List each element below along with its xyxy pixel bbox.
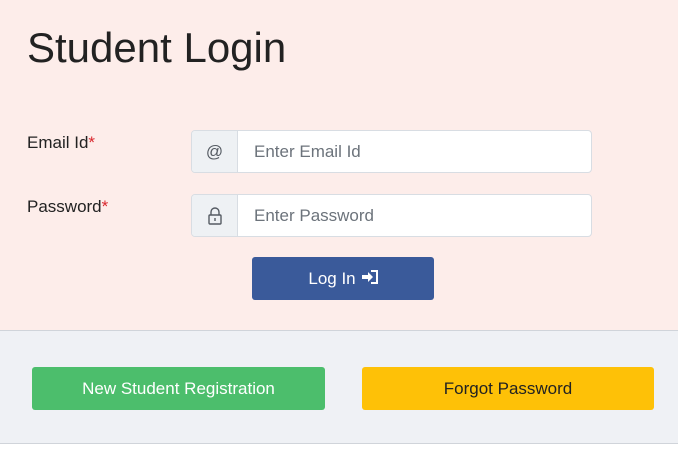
email-input-group: @ <box>191 130 592 173</box>
password-input[interactable] <box>238 195 591 236</box>
lock-icon-svg <box>207 206 222 225</box>
login-panel: Student Login Email Id* @ Password* Log … <box>0 0 678 330</box>
footer-actions: New Student Registration Forgot Password <box>0 330 678 444</box>
required-mark: * <box>101 197 109 216</box>
email-input[interactable] <box>238 131 591 172</box>
at-sign-icon: @ <box>192 131 238 172</box>
sign-in-icon-svg <box>361 269 378 284</box>
password-input-group <box>191 194 592 237</box>
login-button[interactable]: Log In <box>252 257 434 300</box>
login-button-label: Log In <box>308 268 356 288</box>
sign-in-icon <box>361 269 378 289</box>
required-mark: * <box>88 133 96 152</box>
forgot-password-button[interactable]: Forgot Password <box>362 367 654 410</box>
email-label-text: Email Id <box>27 133 89 152</box>
page-title: Student Login <box>27 24 287 71</box>
password-label-text: Password <box>27 197 102 216</box>
lock-icon <box>192 195 238 236</box>
email-label: Email Id* <box>27 133 95 153</box>
password-label: Password* <box>27 197 108 217</box>
new-student-registration-button[interactable]: New Student Registration <box>32 367 325 410</box>
